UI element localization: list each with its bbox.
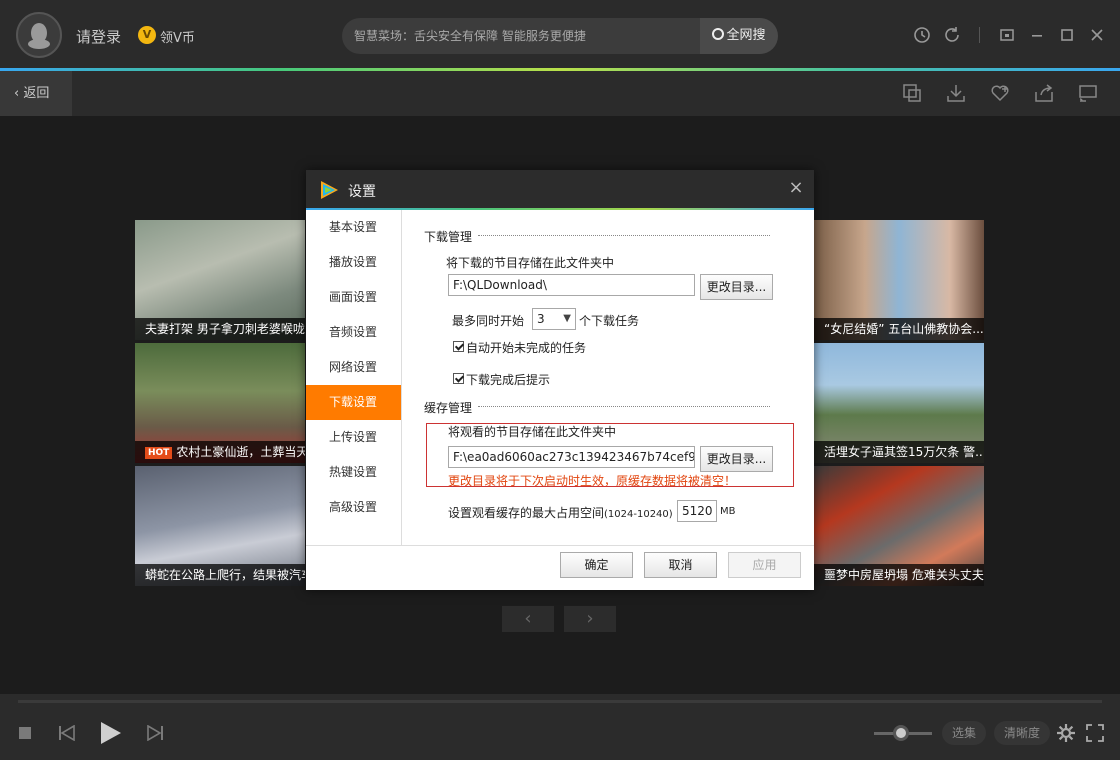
minimize-icon[interactable]	[1022, 24, 1052, 46]
download-change-dir-button[interactable]: 更改目录...	[700, 274, 773, 300]
cache-section-title: 缓存管理	[424, 401, 473, 415]
thumbnail-caption: HOT农村土豪仙逝，土葬当天请	[135, 441, 305, 463]
sidebar-item-upload[interactable]: 上传设置	[306, 420, 401, 455]
chevron-left-icon: ‹	[14, 86, 24, 101]
max-tasks-select[interactable]: 3 ▼	[532, 308, 576, 330]
gear-icon[interactable]	[1056, 723, 1076, 743]
sidebar-item-download[interactable]: 下载设置	[306, 385, 401, 420]
sidebar-item-playback[interactable]: 播放设置	[306, 245, 401, 280]
dialog-header: 设置 ×	[306, 170, 814, 208]
sidebar-item-audio[interactable]: 音频设置	[306, 315, 401, 350]
cache-change-dir-button[interactable]: 更改目录...	[700, 446, 773, 472]
login-link[interactable]: 请登录	[76, 26, 121, 47]
notify-done-label: 下载完成后提示	[466, 373, 551, 387]
title-bar: 请登录 V 领V币 智慧菜场：舌尖安全有保障 智能服务更便捷 全网搜	[0, 0, 1120, 68]
toolbar-icons	[890, 82, 1110, 104]
divider	[979, 27, 980, 43]
progress-bar[interactable]	[18, 700, 1102, 703]
cache-max-input[interactable]: 5120	[677, 500, 717, 522]
refresh-icon[interactable]	[937, 24, 967, 46]
next-page-button[interactable]: ›	[564, 606, 616, 632]
chevron-right-icon: ›	[586, 608, 594, 629]
thumbnail-caption: 蟒蛇在公路上爬行，结果被汽车	[135, 564, 305, 586]
window-controls	[907, 24, 1112, 46]
screen-cast-icon[interactable]	[1066, 82, 1110, 104]
download-icon[interactable]	[934, 82, 978, 104]
favorite-add-icon[interactable]	[978, 82, 1022, 104]
episodes-button[interactable]: 选集	[942, 721, 987, 745]
fullscreen-icon[interactable]	[1086, 724, 1104, 742]
ok-button[interactable]: 确定	[560, 552, 633, 578]
chevron-down-icon: ▼	[563, 313, 571, 324]
download-folder-label: 将下载的节目存储在此文件夹中	[446, 256, 615, 270]
cache-max-label: 设置观看缓存的最大占用空间(1024-10240)	[448, 506, 673, 520]
user-avatar[interactable]	[16, 12, 62, 58]
settings-dialog: 设置 × 基本设置 播放设置 画面设置 音频设置 网络设置 下载设置 上传设置 …	[306, 170, 814, 590]
toolbar: ‹ 返回	[0, 71, 1120, 116]
video-thumbnail[interactable]: HOT农村土豪仙逝，土葬当天请	[135, 343, 305, 463]
search-input[interactable]: 智慧菜场：舌尖安全有保障 智能服务更便捷	[342, 18, 700, 54]
close-icon[interactable]	[1082, 24, 1112, 46]
notify-done-checkbox[interactable]	[453, 373, 464, 384]
qq-penguin-icon	[28, 23, 50, 49]
sidebar-item-hotkeys[interactable]: 热键设置	[306, 455, 401, 490]
mini-mode-icon[interactable]	[992, 24, 1022, 46]
cache-warning-text: 更改目录将于下次启动时生效，原缓存数据将被清空！	[448, 474, 737, 488]
player-controls: 选集 清晰度	[0, 694, 1120, 760]
apply-button[interactable]: 应用	[728, 552, 801, 578]
thumbnail-caption: 活埋女子逼其签15万欠条 警...	[814, 441, 984, 463]
sidebar-item-advanced[interactable]: 高级设置	[306, 490, 401, 525]
settings-sidebar: 基本设置 播放设置 画面设置 音频设置 网络设置 下载设置 上传设置 热键设置 …	[306, 210, 402, 545]
sidebar-item-basic[interactable]: 基本设置	[306, 210, 401, 245]
video-thumbnail[interactable]: 夫妻打架 男子拿刀刺老婆喉咙	[135, 220, 305, 340]
thumbnail-caption: 噩梦中房屋坍塌 危难关头丈夫...	[814, 564, 984, 586]
history-icon[interactable]	[907, 24, 937, 46]
cache-unit-label: MB	[720, 506, 736, 517]
max-tasks-prefix: 最多同时开始	[452, 314, 525, 328]
auto-start-label: 自动开始未完成的任务	[466, 341, 587, 355]
download-folder-input[interactable]: F:\QLDownload\	[448, 274, 695, 296]
play-icon[interactable]	[98, 720, 124, 746]
thumbnail-caption: “女尼结婚” 五台山佛教协会...	[814, 318, 984, 340]
video-thumbnail[interactable]: 蟒蛇在公路上爬行，结果被汽车	[135, 466, 305, 586]
vcoin-icon: V	[138, 26, 156, 44]
quality-button[interactable]: 清晰度	[994, 721, 1051, 745]
video-thumbnail[interactable]: 噩梦中房屋坍塌 危难关头丈夫...	[814, 466, 984, 586]
section-divider	[478, 235, 770, 236]
vcoin-link[interactable]: 领V币	[160, 27, 195, 46]
volume-knob[interactable]	[893, 725, 909, 741]
prev-page-button[interactable]: ‹	[502, 606, 554, 632]
maximize-icon[interactable]	[1052, 24, 1082, 46]
section-divider	[478, 406, 770, 407]
share-icon[interactable]	[1022, 82, 1066, 104]
previous-icon[interactable]	[58, 725, 76, 741]
dialog-footer: 确定 取消 应用	[306, 545, 814, 590]
dialog-close-icon[interactable]: ×	[786, 178, 806, 198]
sidebar-item-display[interactable]: 画面设置	[306, 280, 401, 315]
cache-folder-label: 将观看的节目存储在此文件夹中	[448, 425, 617, 439]
tencent-video-logo-icon	[321, 181, 338, 199]
cache-folder-input[interactable]: F:\ea0ad6060ac273c139423467b74cef98\	[448, 446, 695, 468]
search-icon	[712, 28, 725, 40]
download-section-title: 下载管理	[424, 230, 473, 244]
back-button[interactable]: ‹ 返回	[0, 71, 72, 116]
video-thumbnail[interactable]: 活埋女子逼其签15万欠条 警...	[814, 343, 984, 463]
chevron-left-icon: ‹	[524, 608, 532, 629]
stop-icon[interactable]	[18, 726, 32, 740]
screenshot-icon[interactable]	[890, 82, 934, 104]
auto-start-checkbox[interactable]	[453, 341, 464, 352]
video-thumbnail[interactable]: “女尼结婚” 五台山佛教协会...	[814, 220, 984, 340]
next-icon[interactable]	[146, 725, 164, 741]
dialog-title: 设置	[348, 184, 376, 200]
thumbnail-caption: 夫妻打架 男子拿刀刺老婆喉咙	[135, 318, 305, 340]
sidebar-item-network[interactable]: 网络设置	[306, 350, 401, 385]
max-tasks-suffix: 个下载任务	[579, 314, 640, 328]
hot-badge: HOT	[145, 447, 173, 459]
search-button[interactable]: 全网搜	[700, 18, 778, 54]
cancel-button[interactable]: 取消	[644, 552, 717, 578]
